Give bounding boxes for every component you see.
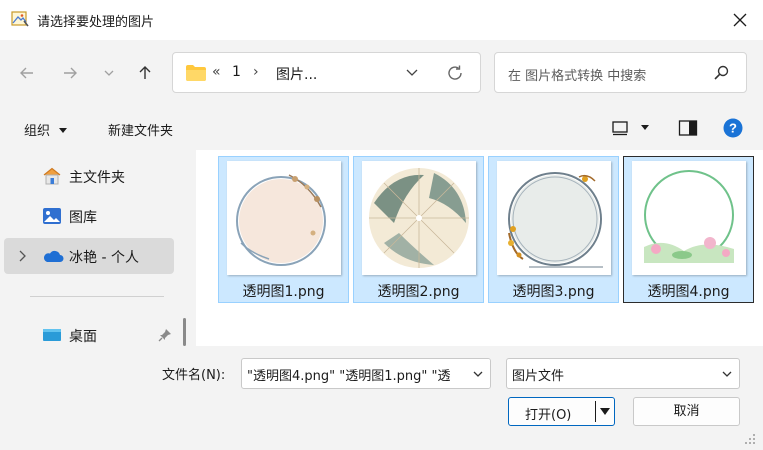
navigation-pane: 主文件夹 图库 冰艳 - 个人 桌面 (0, 150, 196, 346)
filetype-value: 图片文件 (512, 369, 565, 384)
close-button[interactable] (717, 0, 763, 40)
chevron-right-icon[interactable] (18, 250, 26, 262)
search-icon[interactable] (713, 65, 729, 81)
sidebar-divider (30, 296, 164, 297)
breadcrumb-1[interactable]: 1 (232, 64, 241, 80)
chevron-down-icon (722, 371, 732, 377)
chevron-down-icon (473, 371, 483, 377)
image-picker-icon (11, 11, 29, 27)
file-thumbnail (644, 170, 734, 263)
up-button[interactable] (132, 60, 158, 86)
filetype-select[interactable]: 图片文件 (506, 358, 740, 389)
sidebar-item-home[interactable]: 主文件夹 (4, 158, 174, 194)
refresh-icon[interactable] (446, 64, 464, 82)
arrow-right-icon (64, 67, 77, 79)
home-icon (43, 167, 61, 185)
file-thumbnail (508, 172, 603, 268)
preview-pane-icon[interactable] (678, 119, 698, 137)
file-thumbnail (369, 168, 469, 268)
back-button[interactable] (14, 60, 40, 86)
filename-input[interactable]: "透明图4.png" "透明图1.png" "透 (241, 358, 491, 389)
sidebar-item-label: 主文件夹 (69, 170, 125, 186)
caret-down-icon[interactable] (640, 124, 650, 132)
sidebar-item-label: 图库 (69, 210, 97, 226)
file-item[interactable]: 透明图3.png (488, 156, 619, 303)
resize-grip-icon[interactable] (741, 430, 757, 446)
file-view: 透明图1.png 透明图2.png 透明图3.png 透明图4.png (196, 150, 763, 346)
file-name: 透明图2.png (377, 284, 460, 300)
breadcrumb-separator[interactable]: › (253, 64, 259, 80)
desktop-icon (43, 329, 61, 341)
filename-value: "透明图4.png" "透明图1.png" "透 (247, 369, 451, 384)
sidebar-item-label: 冰艳 - 个人 (69, 250, 139, 266)
chevron-down-icon (104, 70, 114, 76)
svg-text:?: ? (729, 121, 737, 136)
sidebar-item-label: 桌面 (69, 329, 97, 345)
filename-dropdown-button[interactable] (466, 359, 490, 388)
sidebar-scrollbar[interactable] (183, 318, 186, 346)
chevron-down-icon[interactable] (405, 65, 419, 79)
address-overflow[interactable]: « (212, 64, 221, 80)
file-name: 透明图4.png (647, 284, 730, 300)
search-box[interactable]: 在 图片格式转换 中搜索 (494, 52, 747, 93)
sidebar-item-gallery[interactable]: 图库 (4, 198, 174, 234)
filename-label: 文件名(N): (162, 368, 226, 383)
organize-menu[interactable]: 组织 (24, 120, 68, 139)
new-folder-button[interactable]: 新建文件夹 (108, 120, 173, 139)
arrow-left-icon (20, 67, 33, 79)
command-bar: 组织 新建文件夹 ? (0, 106, 763, 150)
folder-icon (186, 65, 206, 81)
caret-down-icon (59, 128, 68, 133)
recent-locations-button[interactable] (96, 60, 122, 86)
title-bar: 请选择要处理的图片 (0, 0, 763, 40)
arrow-up-icon (139, 66, 151, 79)
pin-icon[interactable] (158, 328, 172, 342)
open-button-label: 打开(O) (525, 408, 572, 423)
file-thumbnail (236, 174, 326, 266)
file-item[interactable]: 透明图4.png (623, 156, 754, 303)
cancel-button[interactable]: 取消 (633, 397, 740, 426)
view-mode-icon[interactable] (611, 119, 629, 137)
file-item[interactable]: 透明图1.png (218, 156, 349, 303)
gallery-icon (43, 208, 61, 224)
file-item[interactable]: 透明图2.png (353, 156, 484, 303)
file-name: 透明图1.png (242, 284, 325, 300)
file-name: 透明图3.png (512, 284, 595, 300)
dialog-footer: 文件名(N): "透明图4.png" "透明图1.png" "透 图片文件 打开… (0, 346, 763, 450)
search-placeholder: 在 图片格式转换 中搜索 (508, 69, 647, 84)
sidebar-item-onedrive[interactable]: 冰艳 - 个人 (4, 238, 174, 274)
address-bar[interactable]: « 1 › 图片... (172, 52, 481, 93)
window-title: 请选择要处理的图片 (37, 15, 155, 30)
sidebar-item-desktop[interactable]: 桌面 (4, 317, 174, 346)
open-button[interactable]: 打开(O) (508, 397, 615, 426)
breadcrumb-current[interactable]: 图片... (276, 64, 317, 84)
close-icon (733, 13, 747, 27)
caret-down-icon[interactable] (599, 407, 611, 416)
help-icon[interactable]: ? (723, 118, 743, 138)
navigation-bar: « 1 › 图片... 在 图片格式转换 中搜索 (0, 40, 763, 106)
onedrive-cloud-icon (43, 250, 64, 262)
forward-button[interactable] (57, 60, 83, 86)
